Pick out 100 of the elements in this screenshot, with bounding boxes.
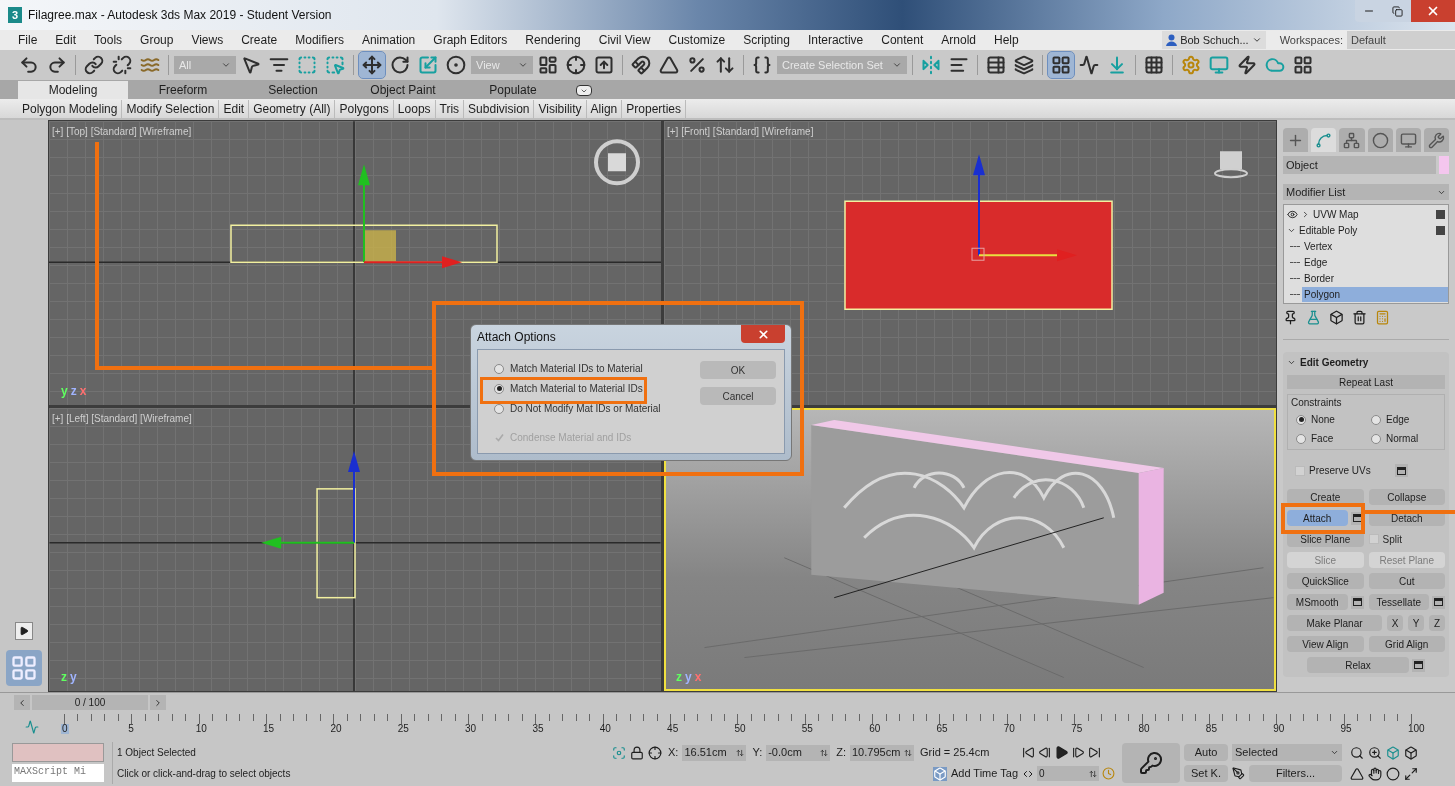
- sub-object-item[interactable]: Border: [1302, 270, 1448, 286]
- sub-object-item[interactable]: Polygon: [1302, 286, 1448, 302]
- menu-item[interactable]: Content: [881, 31, 924, 49]
- trash-icon[interactable]: [1352, 310, 1367, 325]
- ribbon-panel-tab[interactable]: Tris: [435, 99, 465, 118]
- first-frame-icon[interactable]: [1022, 746, 1035, 759]
- set-key-icon[interactable]: [1122, 743, 1180, 783]
- viewport-label[interactable]: [+] [Left] [Standard] [Wireframe]: [52, 410, 192, 426]
- listener-output-field[interactable]: [12, 743, 104, 762]
- close-icon[interactable]: [756, 327, 770, 341]
- menu-item[interactable]: Arnold: [941, 31, 976, 49]
- settings-icon[interactable]: [1394, 464, 1408, 477]
- panel-button[interactable]: Cut: [1368, 573, 1445, 589]
- viewport-label[interactable]: [+] [Front] [Standard] [Wireframe]: [667, 124, 814, 139]
- panel-button[interactable]: Tessellate: [1368, 594, 1429, 610]
- radio-button[interactable]: [1296, 414, 1306, 425]
- auto-key-button[interactable]: Auto: [1184, 744, 1228, 761]
- menu-item[interactable]: Animation: [361, 31, 416, 49]
- viewcube-icon[interactable]: [594, 139, 640, 186]
- caret-icon[interactable]: [518, 60, 528, 70]
- sub-object-item[interactable]: Vertex: [1302, 238, 1448, 254]
- move-gizmo[interactable]: [971, 154, 1077, 262]
- time-tag-button[interactable]: Add Time Tag: [950, 765, 1018, 782]
- object-name-field[interactable]: Object: [1283, 156, 1436, 174]
- close-button[interactable]: [1411, 0, 1455, 22]
- menu-item[interactable]: Interactive: [807, 31, 864, 49]
- menu-item[interactable]: Customize: [668, 31, 726, 49]
- coordinate-field[interactable]: -0.0cm: [766, 744, 831, 761]
- workspaces-dropdown[interactable]: Default: [1347, 31, 1455, 49]
- ribbon-panel-tab[interactable]: Polygon Modeling: [18, 99, 123, 118]
- axis-button[interactable]: Y: [1408, 615, 1424, 631]
- ribbon-panel-tab[interactable]: Polygons: [335, 99, 394, 118]
- move-gizmo[interactable]: [358, 164, 462, 269]
- tab-glyph-icon[interactable]: [1427, 131, 1445, 149]
- panel-button[interactable]: MSmooth: [1287, 594, 1348, 610]
- spinner-icon[interactable]: [736, 748, 745, 757]
- panel-button[interactable]: Make Planar: [1287, 615, 1382, 631]
- panel-button[interactable]: QuickSlice: [1287, 573, 1364, 589]
- pin-icon[interactable]: [1283, 310, 1298, 325]
- panel-button[interactable]: View Align: [1287, 636, 1364, 652]
- caret-icon[interactable]: [892, 60, 902, 70]
- spinner-icon[interactable]: [1089, 769, 1097, 778]
- viewport-label[interactable]: [+] [Top] [Standard] [Wireframe]: [52, 124, 192, 139]
- ribbon-panel-tab[interactable]: Edit: [219, 99, 250, 118]
- eye-icon[interactable]: [1287, 208, 1298, 220]
- rollout-toggle-icon[interactable]: [1287, 358, 1296, 367]
- panel-button[interactable]: Attach: [1287, 510, 1348, 526]
- ribbon-panel-tab[interactable]: Align: [586, 99, 623, 118]
- previous-key-icon[interactable]: [1038, 746, 1051, 759]
- close-icon[interactable]: [1426, 4, 1440, 18]
- close-button[interactable]: [741, 325, 785, 343]
- maximize-icon[interactable]: [1404, 766, 1418, 781]
- radio-button[interactable]: [1371, 433, 1381, 444]
- ribbon-panel-tab[interactable]: Subdivision: [464, 99, 535, 118]
- move-icon[interactable]: [359, 52, 385, 78]
- caret-icon[interactable]: [221, 60, 231, 70]
- menu-item[interactable]: Graph Editors: [433, 31, 508, 49]
- play-icon[interactable]: [15, 622, 33, 640]
- next-key-icon[interactable]: [1072, 746, 1085, 759]
- panel-button[interactable]: Collapse: [1368, 489, 1445, 505]
- caret-icon[interactable]: [1251, 35, 1262, 45]
- ribbon-panel-tab[interactable]: Loops: [393, 99, 436, 118]
- object-color-swatch[interactable]: [1439, 156, 1449, 174]
- menu-item[interactable]: Civil View: [598, 31, 651, 49]
- settings-icon[interactable]: [1432, 595, 1445, 609]
- key-filter-dropdown[interactable]: Selected: [1232, 744, 1342, 761]
- filters-button[interactable]: Filters...: [1249, 765, 1342, 782]
- zoom-icon[interactable]: [1350, 745, 1364, 760]
- panel-button[interactable]: Relax: [1307, 657, 1409, 673]
- axis-button[interactable]: Z: [1429, 615, 1445, 631]
- dialog-button[interactable]: OK: [700, 361, 776, 379]
- coordinate-field[interactable]: 10.795cm: [850, 744, 914, 761]
- radio-button[interactable]: [494, 403, 504, 414]
- menu-item[interactable]: Group: [140, 31, 174, 49]
- settings-icon[interactable]: [1350, 595, 1364, 609]
- ribbon-tab[interactable]: Object Paint: [348, 81, 458, 99]
- menu-item[interactable]: Tools: [94, 31, 123, 49]
- menu-item[interactable]: Create: [241, 31, 278, 49]
- triangle-icon[interactable]: [19, 626, 29, 636]
- viewcube-icon[interactable]: [1214, 151, 1248, 179]
- coordinate-field[interactable]: 16.51cm: [682, 744, 747, 761]
- axis-button[interactable]: X: [1387, 615, 1403, 631]
- modifier-list-dropdown[interactable]: Modifier List: [1283, 184, 1449, 200]
- ribbon-tab[interactable]: Modeling: [18, 81, 128, 99]
- user-menu[interactable]: Bob Schuch...: [1162, 31, 1266, 49]
- spinner-icon[interactable]: [904, 748, 912, 757]
- menu-item[interactable]: File: [18, 31, 38, 49]
- menu-item[interactable]: Views: [191, 31, 224, 49]
- rollout-title[interactable]: Edit Geometry: [1300, 355, 1369, 370]
- ribbon-menu-icon[interactable]: [576, 85, 592, 96]
- settings-icon[interactable]: [1412, 658, 1425, 672]
- stack-item[interactable]: Editable Poly: [1299, 222, 1358, 238]
- ribbon-panel-tab[interactable]: Visibility: [534, 99, 587, 118]
- ribbon-panel-tab[interactable]: Properties: [622, 99, 686, 118]
- menu-item[interactable]: Rendering: [525, 31, 581, 49]
- set-key-button[interactable]: Set K.: [1184, 765, 1228, 782]
- move-gizmo[interactable]: [261, 450, 360, 549]
- restore-icon[interactable]: [1391, 5, 1403, 17]
- menu-item[interactable]: Help: [993, 31, 1019, 49]
- sub-object-item[interactable]: Edge: [1302, 254, 1448, 270]
